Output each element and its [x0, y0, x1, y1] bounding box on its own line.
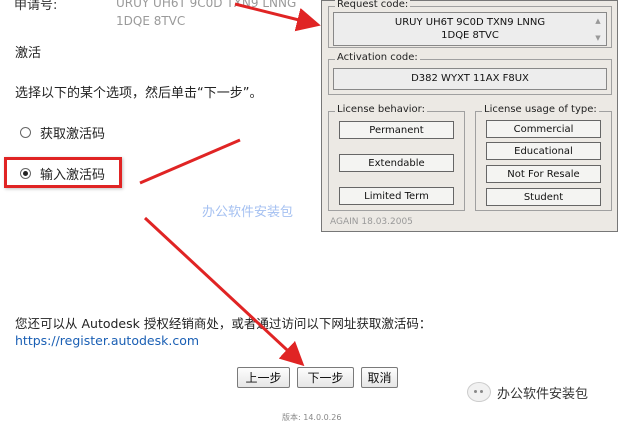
- back-button[interactable]: 上一步: [237, 367, 290, 388]
- wechat-account-name: 办公软件安装包: [497, 386, 589, 402]
- request-code-line-2: 1DQE 8TVC: [441, 30, 499, 41]
- license-behavior-group: License behavior: Permanent Extendable L…: [328, 104, 465, 211]
- student-button[interactable]: Student: [486, 188, 601, 206]
- extendable-button[interactable]: Extendable: [339, 154, 454, 172]
- request-code-group: Request code: URUY UH6T 9C0D TXN9 LNNG 1…: [328, 0, 612, 48]
- request-code-label: Request code:: [335, 0, 411, 10]
- activation-code-group: Activation code: D382 WYXT 11AX F8UX: [328, 52, 612, 95]
- keygen-window: Request code: URUY UH6T 9C0D TXN9 LNNG 1…: [321, 0, 618, 232]
- arrow-from-option: [139, 138, 241, 185]
- radio-get-activation-code-label: 获取激活码: [40, 127, 106, 142]
- not-for-resale-button[interactable]: Not For Resale: [486, 165, 601, 183]
- radio-unchecked-icon[interactable]: [20, 127, 31, 138]
- activation-section-title: 激活: [15, 46, 42, 61]
- request-code-field[interactable]: URUY UH6T 9C0D TXN9 LNNG 1DQE 8TVC ▲ ▼: [333, 12, 607, 46]
- register-link[interactable]: https://register.autodesk.com: [15, 333, 199, 348]
- highlight-box: [4, 157, 122, 188]
- wechat-icon: [467, 382, 491, 402]
- activation-code-label: Activation code:: [335, 52, 420, 63]
- commercial-button[interactable]: Commercial: [486, 120, 601, 138]
- next-button[interactable]: 下一步: [297, 367, 354, 388]
- request-number-value: URUY UH6T 9C0D TXN9 LNNG 1DQE 8TVC: [116, 0, 316, 30]
- watermark-text: 办公软件安装包: [202, 205, 294, 220]
- request-number-line-2: 1DQE 8TVC: [116, 14, 186, 28]
- license-behavior-label: License behavior:: [335, 104, 427, 115]
- request-number-line-1: URUY UH6T 9C0D TXN9 LNNG: [116, 0, 297, 10]
- footer-text: 您还可以从 Autodesk 授权经销商处，或者通过访问以下网址获取激活码：: [15, 316, 432, 331]
- activation-code-field[interactable]: D382 WYXT 11AX F8UX: [333, 68, 607, 90]
- radio-get-activation-code[interactable]: 获取激活码: [20, 123, 105, 142]
- cancel-button[interactable]: 取消: [361, 367, 398, 388]
- instruction-text: 选择以下的某个选项，然后单击“下一步”。: [15, 86, 263, 101]
- request-code-line-1: URUY UH6T 9C0D TXN9 LNNG: [394, 17, 546, 28]
- scroll-arrows-icon[interactable]: ▲ ▼: [593, 15, 603, 45]
- limited-term-button[interactable]: Limited Term: [339, 187, 454, 205]
- version-text: 版本: 14.0.0.26: [282, 413, 342, 422]
- request-number-label: 申请号:: [14, 0, 58, 13]
- wechat-badge: 办公软件安装包: [467, 382, 588, 402]
- keygen-footer: AGAIN 18.03.2005: [330, 217, 413, 227]
- license-usage-group: License usage of type: Commercial Educat…: [475, 104, 612, 211]
- permanent-button[interactable]: Permanent: [339, 121, 454, 139]
- educational-button[interactable]: Educational: [486, 142, 601, 160]
- license-usage-label: License usage of type:: [482, 104, 599, 115]
